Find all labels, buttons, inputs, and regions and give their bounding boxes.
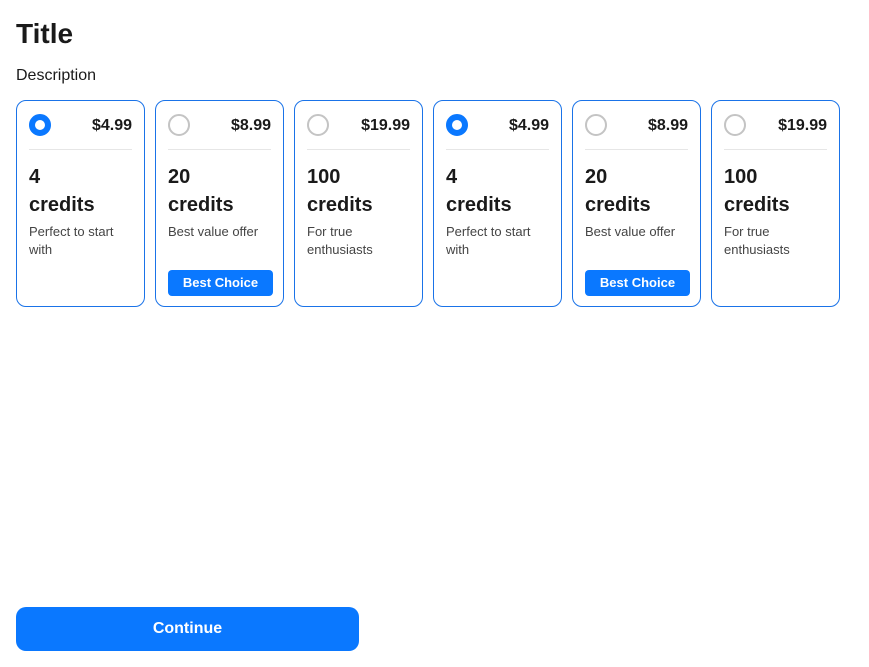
plan-amount-number: 4: [446, 166, 458, 188]
plan-price: $4.99: [508, 117, 549, 134]
plan-card[interactable]: $8.99 20 credits Best value offer Best C…: [155, 100, 284, 307]
plan-amount-number: 4: [29, 166, 41, 188]
plan-cards: $4.99 4 credits Perfect to start with $8…: [16, 100, 840, 307]
plan-card-header: $19.99: [307, 113, 410, 150]
best-choice-badge: Best Choice: [168, 270, 273, 296]
plan-radio[interactable]: [168, 114, 190, 136]
plan-amount: 100 credits: [724, 163, 829, 219]
best-choice-badge: Best Choice: [585, 270, 690, 296]
plan-amount-number: 20: [168, 166, 191, 188]
plan-price: $19.99: [778, 117, 827, 134]
plan-amount-unit: credits: [585, 194, 651, 216]
plan-price: $4.99: [91, 117, 132, 134]
plan-amount-number: 100: [307, 166, 341, 188]
plan-price: $8.99: [230, 117, 271, 134]
plan-card[interactable]: $19.99 100 credits For true enthusiasts: [711, 100, 840, 307]
plan-amount-number: 20: [585, 166, 608, 188]
plan-subtitle: Best value offer: [585, 224, 676, 239]
plan-radio[interactable]: [446, 114, 468, 136]
plan-amount-number: 100: [724, 166, 758, 188]
plan-amount: 20 credits: [168, 163, 273, 219]
plan-subtitle: Perfect to start with: [29, 224, 114, 257]
plan-amount: 100 credits: [307, 163, 412, 219]
plan-card-header: $8.99: [168, 113, 271, 150]
plan-subtitle: For true enthusiasts: [307, 224, 373, 257]
plan-amount-unit: credits: [307, 194, 373, 216]
plan-amount-unit: credits: [724, 194, 790, 216]
plan-subtitle: Best value offer: [168, 224, 259, 239]
plan-card-header: $4.99: [446, 113, 549, 150]
plan-amount: 4 credits: [446, 163, 551, 219]
plan-card[interactable]: $4.99 4 credits Perfect to start with: [16, 100, 145, 307]
plan-card-header: $8.99: [585, 113, 688, 150]
plan-radio[interactable]: [29, 114, 51, 136]
plan-amount: 20 credits: [585, 163, 690, 219]
page-description: Description: [16, 67, 97, 84]
plan-card-header: $4.99: [29, 113, 132, 150]
plan-amount: 4 credits: [29, 163, 134, 219]
plan-card[interactable]: $4.99 4 credits Perfect to start with: [433, 100, 562, 307]
plan-price: $19.99: [361, 117, 410, 134]
plan-amount-unit: credits: [446, 194, 512, 216]
plan-amount-unit: credits: [168, 194, 234, 216]
plan-radio[interactable]: [585, 114, 607, 136]
plan-subtitle: For true enthusiasts: [724, 224, 790, 257]
plan-price: $8.99: [647, 117, 688, 134]
plan-card[interactable]: $19.99 100 credits For true enthusiasts: [294, 100, 423, 307]
plan-card[interactable]: $8.99 20 credits Best value offer Best C…: [572, 100, 701, 307]
continue-button[interactable]: Continue: [16, 607, 359, 651]
plan-amount-unit: credits: [29, 194, 95, 216]
page-title: Title: [16, 18, 74, 49]
plan-radio[interactable]: [307, 114, 329, 136]
plan-radio[interactable]: [724, 114, 746, 136]
plan-card-header: $19.99: [724, 113, 827, 150]
plan-subtitle: Perfect to start with: [446, 224, 531, 257]
